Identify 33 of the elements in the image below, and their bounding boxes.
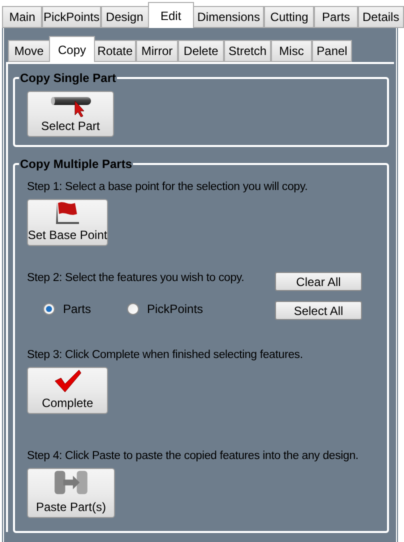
checkmark-icon bbox=[52, 369, 82, 393]
radio-label: Parts bbox=[63, 301, 92, 318]
tab[interactable]: Stretch bbox=[224, 40, 271, 62]
tab[interactable]: Cutting bbox=[264, 6, 314, 28]
tab[interactable]: Copy bbox=[49, 36, 95, 62]
step-instruction: Step 3: Click Complete when finished selecting features. bbox=[27, 348, 303, 363]
group-title: Copy Multiple Parts bbox=[19, 156, 134, 172]
set-base-point-button[interactable]: Set Base Point bbox=[27, 199, 108, 246]
select-all-button[interactable]: Select All bbox=[275, 301, 362, 320]
radio-label: PickPoints bbox=[147, 301, 204, 318]
complete-button[interactable]: Complete bbox=[27, 367, 108, 414]
step-instruction: Step 1: Select a base point for the selection you will copy. bbox=[27, 180, 308, 195]
tab[interactable]: Parts bbox=[314, 6, 358, 28]
paste-button[interactable]: Paste Part(s) bbox=[27, 468, 115, 518]
radio-button[interactable] bbox=[127, 303, 140, 315]
radio-button[interactable] bbox=[43, 303, 55, 315]
tab[interactable]: Main bbox=[2, 6, 42, 28]
tab[interactable]: Rotate bbox=[94, 40, 136, 62]
step-instruction: Step 4: Click Paste to paste the copied features into the any design. bbox=[27, 449, 358, 464]
tab[interactable]: Move bbox=[8, 40, 50, 62]
select-part-button[interactable]: Select Part bbox=[27, 91, 114, 137]
tab[interactable]: Delete bbox=[178, 40, 224, 62]
step-instruction: Step 2: Select the features you wish to copy. bbox=[27, 271, 244, 286]
tab[interactable]: Mirror bbox=[136, 40, 178, 62]
pipe-cursor-icon bbox=[48, 95, 92, 117]
tab[interactable]: Panel bbox=[312, 40, 352, 62]
tab[interactable]: PickPoints bbox=[42, 6, 101, 28]
clear-all-button[interactable]: Clear All bbox=[275, 272, 362, 291]
tab[interactable]: Details bbox=[358, 6, 404, 28]
tab[interactable]: Design bbox=[100, 6, 149, 28]
tab[interactable]: Misc bbox=[271, 40, 312, 62]
group-title: Copy Single Part bbox=[19, 70, 118, 86]
tab[interactable]: Dimensions bbox=[192, 6, 264, 28]
